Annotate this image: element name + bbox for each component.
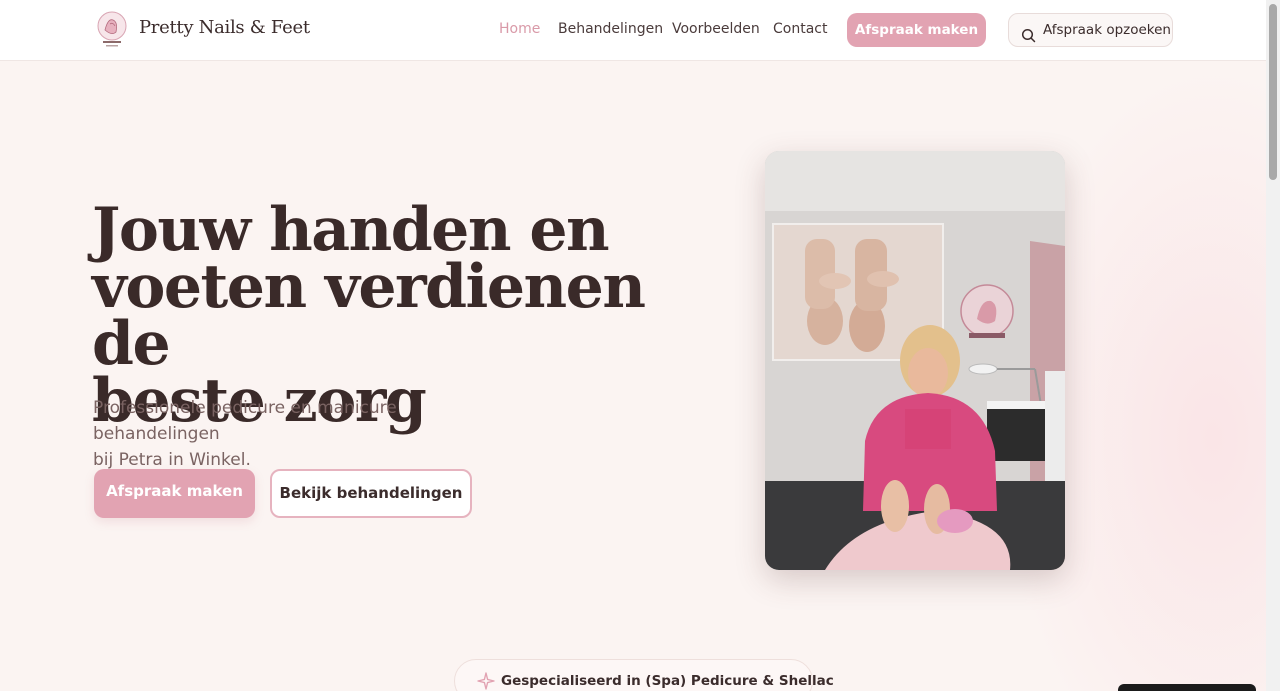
hero-photo: [765, 151, 1065, 570]
sparkle-icon: [477, 672, 495, 690]
hero-subtitle-line: Professionele pedicure en manicure behan…: [93, 398, 397, 444]
lookup-label: Afspraak opzoeken: [1043, 22, 1171, 38]
badge-label: Gespecialiseerd in (Spa) Pedicure & Shel…: [501, 673, 834, 689]
lookup-appointment-button[interactable]: Afspraak opzoeken: [1008, 13, 1173, 47]
nav-behandelingen[interactable]: Behandelingen: [558, 21, 663, 37]
scrollbar-thumb[interactable]: [1269, 4, 1277, 180]
brand-name[interactable]: Pretty Nails & Feet: [139, 17, 310, 38]
nav-contact[interactable]: Contact: [773, 21, 827, 37]
nav-home[interactable]: Home: [499, 21, 540, 37]
page-scrollbar[interactable]: [1266, 0, 1280, 691]
hero-appointment-button[interactable]: Afspraak maken: [94, 469, 255, 518]
hero-title-line: Jouw handen en: [92, 195, 610, 265]
site-header: Pretty Nails & Feet Home Behandelingen V…: [0, 0, 1266, 61]
floating-widget-tab[interactable]: [1118, 684, 1256, 691]
search-icon: [1021, 23, 1036, 43]
nav-voorbeelden[interactable]: Voorbeelden: [672, 21, 760, 37]
view-treatments-button[interactable]: Bekijk behandelingen: [270, 469, 472, 518]
hero-subtitle: Professionele pedicure en manicure behan…: [93, 395, 513, 473]
nail-salon-logo-icon[interactable]: [96, 10, 128, 48]
hero-title-line: voeten verdienen de: [92, 252, 646, 379]
header-appointment-button[interactable]: Afspraak maken: [847, 13, 986, 47]
specialization-badge: Gespecialiseerd in (Spa) Pedicure & Shel…: [454, 659, 834, 691]
